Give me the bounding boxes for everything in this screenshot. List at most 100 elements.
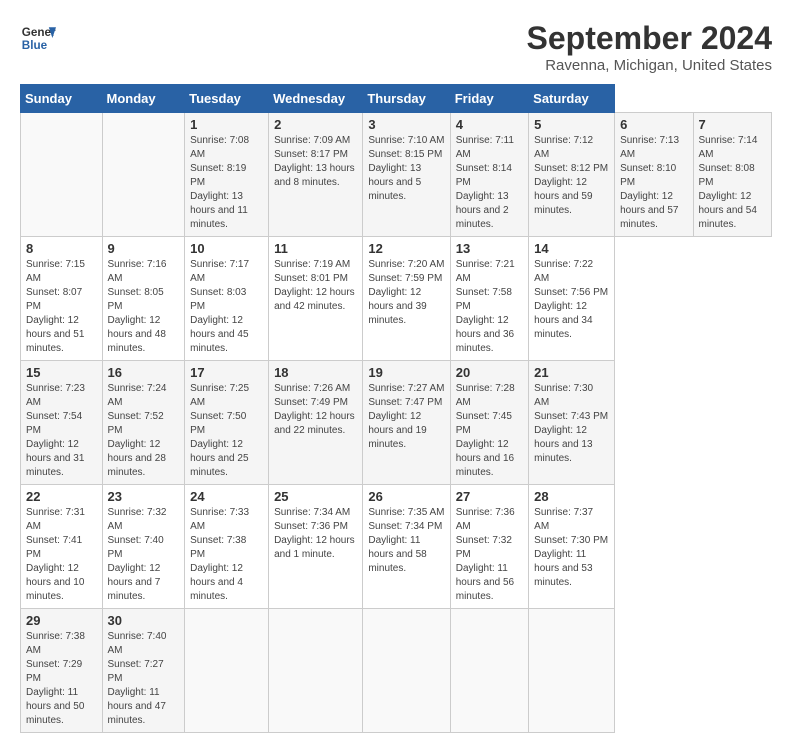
day-number: 23 — [108, 489, 180, 504]
day-info: Sunrise: 7:14 AMSunset: 8:08 PMDaylight:… — [699, 134, 767, 232]
calendar-cell: 5Sunrise: 7:12 AMSunset: 8:12 PMDaylight… — [529, 113, 615, 237]
weekday-header-thursday: Thursday — [363, 85, 450, 113]
weekday-header-friday: Friday — [450, 85, 528, 113]
day-info: Sunrise: 7:27 AMSunset: 7:47 PMDaylight:… — [368, 382, 444, 452]
day-number: 8 — [26, 241, 97, 256]
day-number: 3 — [368, 117, 444, 132]
weekday-header-saturday: Saturday — [529, 85, 615, 113]
day-number: 4 — [456, 117, 523, 132]
calendar-cell: 13 Sunrise: 7:21 AMSunset: 7:58 PMDayligh… — [450, 237, 528, 361]
calendar-cell: 20 Sunrise: 7:28 AMSunset: 7:45 PMDayligh… — [450, 361, 528, 485]
day-info: Sunrise: 7:25 AMSunset: 7:50 PMDaylight:… — [190, 382, 263, 480]
calendar-cell: 27 Sunrise: 7:36 AMSunset: 7:32 PMDayligh… — [450, 485, 528, 609]
day-info: Sunrise: 7:21 AMSunset: 7:58 PMDaylight:… — [456, 258, 523, 356]
day-info: Sunrise: 7:10 AMSunset: 8:15 PMDaylight:… — [368, 134, 444, 204]
day-number: 28 — [534, 489, 609, 504]
logo: General Blue — [20, 20, 56, 56]
day-number: 19 — [368, 365, 444, 380]
month-title: September 2024 — [527, 20, 772, 57]
logo-icon: General Blue — [20, 20, 56, 56]
day-info: Sunrise: 7:36 AMSunset: 7:32 PMDaylight:… — [456, 506, 523, 604]
day-number: 14 — [534, 241, 609, 256]
week-row-2: 8 Sunrise: 7:15 AMSunset: 8:07 PMDaylight… — [21, 237, 772, 361]
day-number: 20 — [456, 365, 523, 380]
calendar-cell: 22Sunrise: 7:31 AMSunset: 7:41 PMDayligh… — [21, 485, 103, 609]
calendar-cell — [102, 113, 185, 237]
weekday-header-wednesday: Wednesday — [269, 85, 363, 113]
svg-text:Blue: Blue — [22, 39, 48, 52]
day-info: Sunrise: 7:24 AMSunset: 7:52 PMDaylight:… — [108, 382, 180, 480]
calendar-cell: 6 Sunrise: 7:13 AMSunset: 8:10 PMDaylight… — [615, 113, 693, 237]
calendar-cell: 16 Sunrise: 7:24 AMSunset: 7:52 PMDayligh… — [102, 361, 185, 485]
day-number: 12 — [368, 241, 444, 256]
calendar-table: SundayMondayTuesdayWednesdayThursdayFrid… — [20, 84, 772, 733]
calendar-cell: 3 Sunrise: 7:10 AMSunset: 8:15 PMDaylight… — [363, 113, 450, 237]
week-row-5: 29 Sunrise: 7:38 AMSunset: 7:29 PMDayligh… — [21, 609, 772, 733]
day-info: Sunrise: 7:30 AMSunset: 7:43 PMDaylight:… — [534, 382, 609, 466]
day-info: Sunrise: 7:09 AMSunset: 8:17 PMDaylight:… — [274, 134, 357, 190]
calendar-cell: 17 Sunrise: 7:25 AMSunset: 7:50 PMDayligh… — [185, 361, 269, 485]
calendar-cell — [529, 609, 615, 733]
day-number: 26 — [368, 489, 444, 504]
calendar-cell: 9Sunrise: 7:16 AMSunset: 8:05 PMDaylight… — [102, 237, 185, 361]
day-number: 16 — [108, 365, 180, 380]
calendar-cell: 30Sunrise: 7:40 AMSunset: 7:27 PMDayligh… — [102, 609, 185, 733]
day-info: Sunrise: 7:34 AMSunset: 7:36 PMDaylight:… — [274, 506, 357, 562]
day-number: 15 — [26, 365, 97, 380]
day-info: Sunrise: 7:17 AMSunset: 8:03 PMDaylight:… — [190, 258, 263, 356]
calendar-cell: 19 Sunrise: 7:27 AMSunset: 7:47 PMDayligh… — [363, 361, 450, 485]
day-number: 7 — [699, 117, 767, 132]
calendar-cell: 4 Sunrise: 7:11 AMSunset: 8:14 PMDaylight… — [450, 113, 528, 237]
day-info: Sunrise: 7:20 AMSunset: 7:59 PMDaylight:… — [368, 258, 444, 328]
day-info: Sunrise: 7:22 AMSunset: 7:56 PMDaylight:… — [534, 258, 609, 342]
day-info: Sunrise: 7:13 AMSunset: 8:10 PMDaylight:… — [620, 134, 687, 232]
day-number: 11 — [274, 241, 357, 256]
day-info: Sunrise: 7:38 AMSunset: 7:29 PMDaylight:… — [26, 630, 97, 728]
day-info: Sunrise: 7:40 AMSunset: 7:27 PMDaylight:… — [108, 630, 180, 728]
day-number: 27 — [456, 489, 523, 504]
weekday-header-row: SundayMondayTuesdayWednesdayThursdayFrid… — [21, 85, 772, 113]
day-number: 1 — [190, 117, 263, 132]
day-info: Sunrise: 7:08 AMSunset: 8:19 PMDaylight:… — [190, 134, 263, 232]
title-area: September 2024 Ravenna, Michigan, United… — [527, 20, 772, 74]
day-info: Sunrise: 7:32 AMSunset: 7:40 PMDaylight:… — [108, 506, 180, 604]
day-number: 18 — [274, 365, 357, 380]
calendar-cell: 26 Sunrise: 7:35 AMSunset: 7:34 PMDayligh… — [363, 485, 450, 609]
calendar-cell: 24Sunrise: 7:33 AMSunset: 7:38 PMDayligh… — [185, 485, 269, 609]
week-row-3: 15 Sunrise: 7:23 AMSunset: 7:54 PMDayligh… — [21, 361, 772, 485]
day-info: Sunrise: 7:37 AMSunset: 7:30 PMDaylight:… — [534, 506, 609, 590]
weekday-header-sunday: Sunday — [21, 85, 103, 113]
weekday-header-tuesday: Tuesday — [185, 85, 269, 113]
calendar-cell: 25Sunrise: 7:34 AMSunset: 7:36 PMDayligh… — [269, 485, 363, 609]
location-title: Ravenna, Michigan, United States — [527, 57, 772, 74]
calendar-cell — [363, 609, 450, 733]
day-info: Sunrise: 7:23 AMSunset: 7:54 PMDaylight:… — [26, 382, 97, 480]
day-number: 10 — [190, 241, 263, 256]
calendar-cell — [269, 609, 363, 733]
day-number: 2 — [274, 117, 357, 132]
calendar-cell: 21Sunrise: 7:30 AMSunset: 7:43 PMDayligh… — [529, 361, 615, 485]
day-info: Sunrise: 7:15 AMSunset: 8:07 PMDaylight:… — [26, 258, 97, 356]
day-info: Sunrise: 7:28 AMSunset: 7:45 PMDaylight:… — [456, 382, 523, 480]
calendar-cell — [450, 609, 528, 733]
calendar-cell: 10 Sunrise: 7:17 AMSunset: 8:03 PMDayligh… — [185, 237, 269, 361]
day-number: 17 — [190, 365, 263, 380]
calendar-cell: 7 Sunrise: 7:14 AMSunset: 8:08 PMDaylight… — [693, 113, 772, 237]
calendar-cell: 18Sunrise: 7:26 AMSunset: 7:49 PMDayligh… — [269, 361, 363, 485]
day-number: 24 — [190, 489, 263, 504]
week-row-1: 1 Sunrise: 7:08 AMSunset: 8:19 PMDaylight… — [21, 113, 772, 237]
day-info: Sunrise: 7:11 AMSunset: 8:14 PMDaylight:… — [456, 134, 523, 232]
day-number: 9 — [108, 241, 180, 256]
calendar-cell: 8 Sunrise: 7:15 AMSunset: 8:07 PMDaylight… — [21, 237, 103, 361]
day-number: 6 — [620, 117, 687, 132]
day-number: 13 — [456, 241, 523, 256]
day-info: Sunrise: 7:35 AMSunset: 7:34 PMDaylight:… — [368, 506, 444, 576]
day-number: 5 — [534, 117, 609, 132]
day-number: 29 — [26, 613, 97, 628]
day-info: Sunrise: 7:19 AMSunset: 8:01 PMDaylight:… — [274, 258, 357, 314]
calendar-cell — [185, 609, 269, 733]
calendar-cell: 14 Sunrise: 7:22 AMSunset: 7:56 PMDayligh… — [529, 237, 615, 361]
calendar-cell: 12 Sunrise: 7:20 AMSunset: 7:59 PMDayligh… — [363, 237, 450, 361]
weekday-header-monday: Monday — [102, 85, 185, 113]
calendar-cell: 2 Sunrise: 7:09 AMSunset: 8:17 PMDaylight… — [269, 113, 363, 237]
